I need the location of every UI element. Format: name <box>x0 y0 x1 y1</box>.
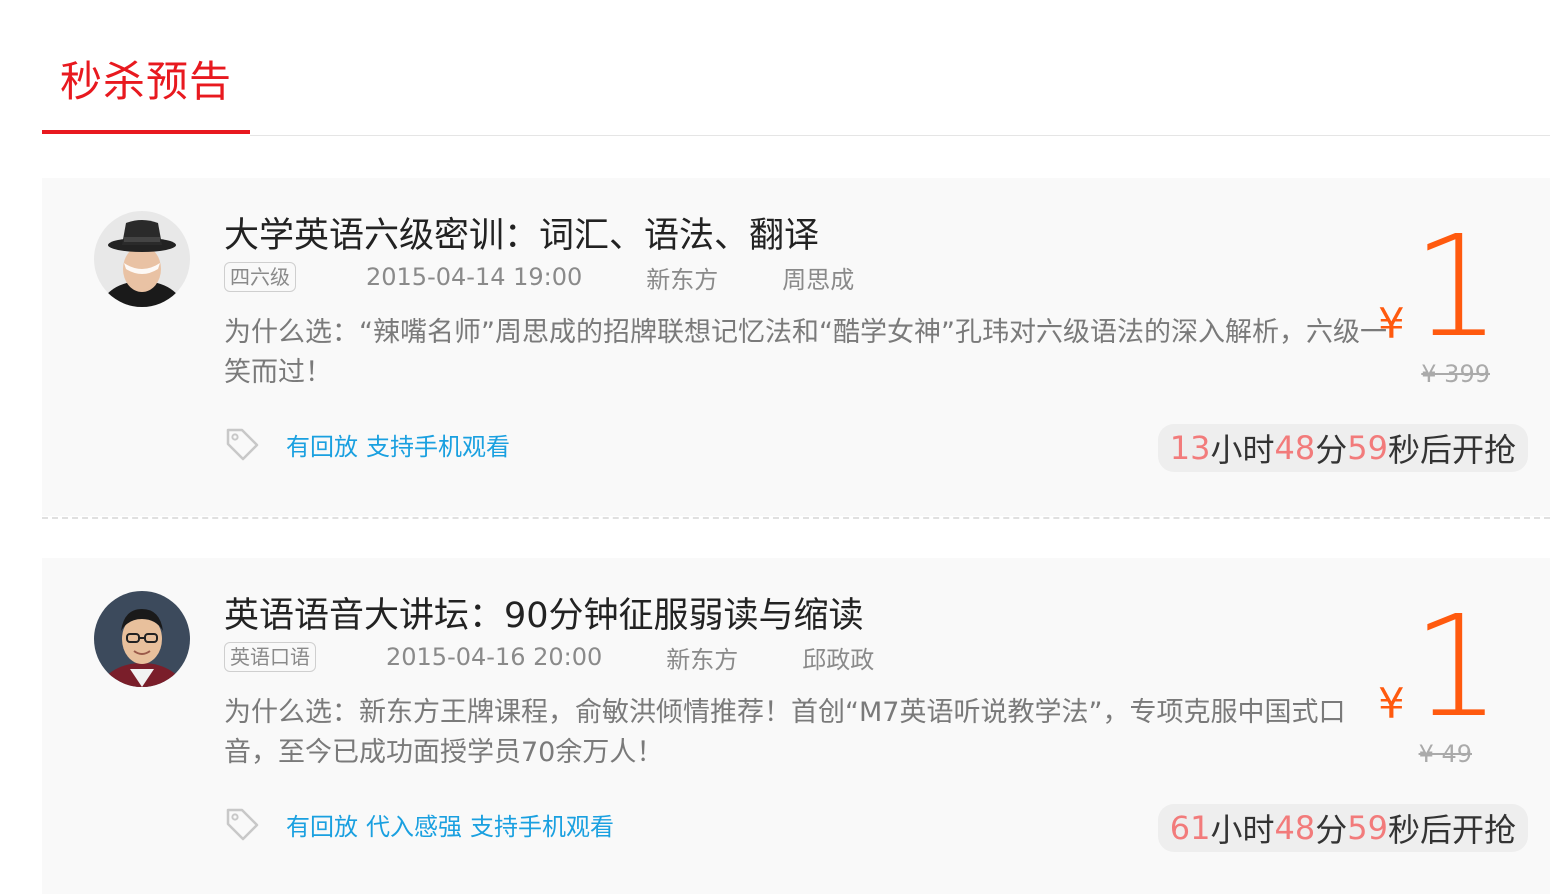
course-teacher[interactable]: 邱政政 <box>802 640 874 675</box>
teacher-avatar[interactable] <box>94 591 190 687</box>
countdown-seconds-unit: 秒后开抢 <box>1387 431 1516 469</box>
countdown-seconds: 59 <box>1347 429 1388 467</box>
countdown-minutes: 48 <box>1274 429 1316 467</box>
sale-price: ¥ 1 <box>1378 218 1518 358</box>
course-datetime: 2015-04-14 19:00 <box>366 263 583 291</box>
course-card[interactable]: 大学英语六级密训：词汇、语法、翻译 四六级 2015-04-14 19:00 新… <box>42 178 1550 516</box>
header-divider <box>250 135 1550 136</box>
feature-tag: 支持手机观看 <box>366 432 510 461</box>
feature-tag: 支持手机观看 <box>470 812 614 841</box>
countdown-seconds: 59 <box>1347 809 1388 847</box>
sale-price: ¥ 1 <box>1378 598 1518 738</box>
countdown-hours: 61 <box>1169 809 1211 847</box>
feature-tags: 有回放 支持手机观看 <box>224 426 518 462</box>
countdown-hours-unit: 小时 <box>1210 431 1275 469</box>
course-teacher[interactable]: 周思成 <box>782 260 854 295</box>
feature-tag: 有回放 <box>286 432 358 461</box>
countdown-hours-unit: 小时 <box>1210 811 1275 849</box>
feature-tags: 有回放 代入感强 支持手机观看 <box>224 806 622 842</box>
course-description: 为什么选：“辣嘴名师”周思成的招牌联想记忆法和“酷学女神”孔玮对六级语法的深入解… <box>224 317 1387 388</box>
course-organization: 新东方 <box>666 645 739 674</box>
countdown-badge: 61 小时 48 分 59 秒后开抢 <box>1157 804 1528 852</box>
price-value: 1 <box>1412 586 1502 749</box>
course-meta: 英语口语 2015-04-16 20:00 新东方 邱政政 <box>224 640 874 674</box>
original-price: ¥ 49 <box>1418 740 1472 768</box>
feature-tag: 有回放 <box>286 812 358 841</box>
teacher-avatar[interactable] <box>94 211 190 307</box>
category-badge: 四六级 <box>224 262 296 292</box>
countdown-badge: 13 小时 48 分 59 秒后开抢 <box>1157 424 1528 472</box>
countdown-minutes-unit: 分 <box>1315 811 1348 849</box>
course-card[interactable]: 英语语音大讲坛：90分钟征服弱读与缩读 英语口语 2015-04-16 20:0… <box>42 558 1550 894</box>
countdown-minutes-unit: 分 <box>1315 431 1348 469</box>
course-title[interactable]: 大学英语六级密训：词汇、语法、翻译 <box>224 214 819 258</box>
course-title[interactable]: 英语语音大讲坛：90分钟征服弱读与缩读 <box>224 594 864 638</box>
flash-sale-page: 秒杀预告 大学英语六级密训：词汇、语法、翻译 四六级 2015-04-14 19… <box>0 0 1558 894</box>
currency-symbol: ¥ <box>1378 299 1405 348</box>
countdown-seconds-unit: 秒后开抢 <box>1387 811 1516 849</box>
course-description: 为什么选：新东方王牌课程，俞敏洪倾情推荐！首创“M7英语听说教学法”，专项克服中… <box>224 697 1346 768</box>
countdown-hours: 13 <box>1169 429 1211 467</box>
tab-active-indicator <box>42 130 250 134</box>
countdown-minutes: 48 <box>1274 809 1316 847</box>
card-divider <box>42 517 1550 519</box>
course-datetime: 2015-04-16 20:00 <box>386 643 603 671</box>
feature-tag: 代入感强 <box>366 812 462 841</box>
category-badge: 英语口语 <box>224 642 316 672</box>
course-organization: 新东方 <box>646 265 719 294</box>
course-meta: 四六级 2015-04-14 19:00 新东方 周思成 <box>224 260 854 294</box>
tag-icon <box>226 808 259 841</box>
tab-flash-sale-preview[interactable]: 秒杀预告 <box>60 52 232 112</box>
price-value: 1 <box>1412 206 1502 369</box>
tag-icon <box>226 428 259 461</box>
original-price: ¥ 399 <box>1421 360 1490 388</box>
currency-symbol: ¥ <box>1378 679 1405 728</box>
